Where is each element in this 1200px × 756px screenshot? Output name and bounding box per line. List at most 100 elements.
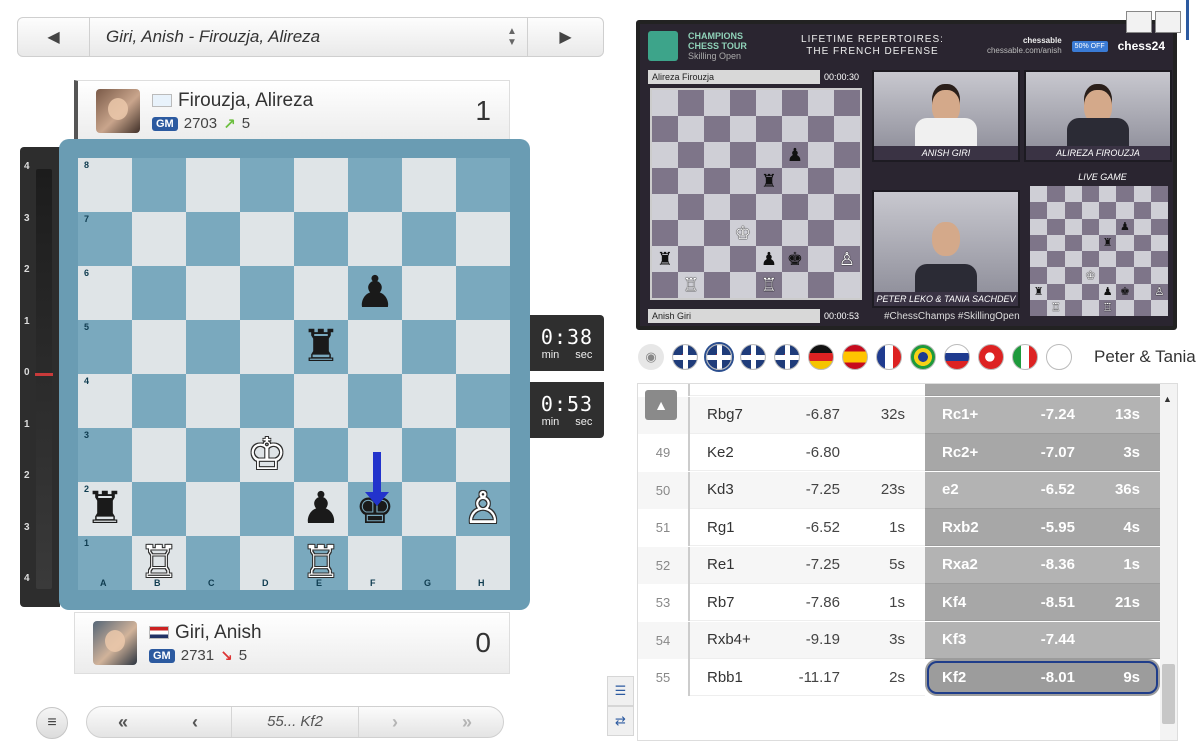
- black-move[interactable]: Rxb2 -5.95 4s: [925, 509, 1160, 546]
- black-piece-icon[interactable]: ♜: [85, 482, 124, 536]
- menu-button[interactable]: ≡: [36, 707, 68, 739]
- live-video[interactable]: CHAMPIONS CHESS TOUR Skilling Open LIFETI…: [636, 20, 1177, 330]
- scroll-to-top-button[interactable]: ▲: [645, 390, 677, 420]
- square-b4[interactable]: [132, 374, 186, 428]
- language-flag-uk[interactable]: [672, 344, 698, 370]
- first-move-button[interactable]: «: [87, 712, 159, 733]
- moves-list-tab[interactable]: ☰: [607, 676, 634, 706]
- square-g1[interactable]: G: [402, 536, 456, 590]
- square-a7[interactable]: 7: [78, 212, 132, 266]
- square-f1[interactable]: F: [348, 536, 402, 590]
- game-selector[interactable]: ◀ Giri, Anish - Firouzja, Alireza ▲ ▼ ▶: [17, 17, 604, 57]
- square-h3[interactable]: [456, 428, 510, 482]
- next-game-button[interactable]: ▶: [527, 18, 603, 56]
- square-a4[interactable]: 4: [78, 374, 132, 428]
- language-flag-it[interactable]: [1012, 344, 1038, 370]
- black-piece-icon[interactable]: ♟: [301, 482, 340, 536]
- square-a6[interactable]: 6: [78, 266, 132, 320]
- black-move[interactable]: Rxa2 -8.36 1s: [925, 546, 1160, 584]
- square-g6[interactable]: [402, 266, 456, 320]
- language-flag-uk[interactable]: [774, 344, 800, 370]
- square-b3[interactable]: [132, 428, 186, 482]
- square-d1[interactable]: D: [240, 536, 294, 590]
- square-a1[interactable]: 1A: [78, 536, 132, 590]
- square-e4[interactable]: [294, 374, 348, 428]
- square-d8[interactable]: [240, 158, 294, 212]
- square-d7[interactable]: [240, 212, 294, 266]
- white-move[interactable]: Rb7 -7.86 1s: [690, 584, 925, 621]
- square-e7[interactable]: [294, 212, 348, 266]
- resize-video-button[interactable]: [1155, 11, 1181, 33]
- square-c2[interactable]: [186, 482, 240, 536]
- white-move[interactable]: Kd3 -7.25 23s: [690, 471, 925, 509]
- square-g2[interactable]: [402, 482, 456, 536]
- square-g4[interactable]: [402, 374, 456, 428]
- scroll-thumb[interactable]: [1162, 664, 1175, 724]
- chat-tab[interactable]: ⇄: [607, 706, 634, 736]
- square-h1[interactable]: H: [456, 536, 510, 590]
- square-d3[interactable]: ♔: [240, 428, 294, 482]
- square-h8[interactable]: [456, 158, 510, 212]
- language-flag-ru[interactable]: [944, 344, 970, 370]
- square-e6[interactable]: [294, 266, 348, 320]
- square-h7[interactable]: [456, 212, 510, 266]
- black-move[interactable]: Kf4 -8.51 21s: [925, 584, 1160, 621]
- square-f7[interactable]: [348, 212, 402, 266]
- popout-video-button[interactable]: [1126, 11, 1152, 33]
- square-b5[interactable]: [132, 320, 186, 374]
- square-c1[interactable]: C: [186, 536, 240, 590]
- black-move[interactable]: Kf3 -7.44: [925, 621, 1160, 659]
- language-flag-uk[interactable]: [740, 344, 766, 370]
- square-a5[interactable]: 5: [78, 320, 132, 374]
- square-b8[interactable]: [132, 158, 186, 212]
- black-move[interactable]: e2 -6.52 36s: [925, 471, 1160, 509]
- square-c6[interactable]: [186, 266, 240, 320]
- square-f6[interactable]: ♟: [348, 266, 402, 320]
- square-h6[interactable]: [456, 266, 510, 320]
- black-move[interactable]: Kf2 -8.01 9s: [925, 659, 1160, 696]
- language-flag-br[interactable]: [910, 344, 936, 370]
- language-flag-none[interactable]: [1046, 344, 1072, 370]
- scroll-up-icon[interactable]: ▲: [1163, 394, 1172, 404]
- chess-board[interactable]: 8 7 6 ♟ 5 ♜ 4 3 ♔ 2 ♜ ♟ ♚ ♙ 1 A B ♖ C D E ♖ F G H: [78, 158, 510, 590]
- square-g5[interactable]: [402, 320, 456, 374]
- square-d6[interactable]: [240, 266, 294, 320]
- white-move[interactable]: Rbb1 -11.17 2s: [690, 659, 925, 696]
- square-f5[interactable]: [348, 320, 402, 374]
- black-piece-icon[interactable]: ♜: [301, 320, 340, 374]
- square-b2[interactable]: [132, 482, 186, 536]
- black-move[interactable]: Rc2+ -7.07 3s: [925, 434, 1160, 471]
- square-h5[interactable]: [456, 320, 510, 374]
- camera-icon[interactable]: ◉: [638, 344, 664, 370]
- square-d2[interactable]: [240, 482, 294, 536]
- moves-scrollbar[interactable]: ▲: [1160, 384, 1177, 740]
- square-b7[interactable]: [132, 212, 186, 266]
- previous-move-button[interactable]: ‹: [159, 712, 231, 733]
- square-a8[interactable]: 8: [78, 158, 132, 212]
- white-move[interactable]: Rg1 -6.52 1s: [690, 509, 925, 546]
- square-c4[interactable]: [186, 374, 240, 428]
- square-a2[interactable]: 2 ♜: [78, 482, 132, 536]
- white-move[interactable]: Re1 -7.25 5s: [690, 546, 925, 584]
- language-flag-de[interactable]: [808, 344, 834, 370]
- black-piece-icon[interactable]: ♟: [355, 266, 394, 320]
- previous-game-button[interactable]: ◀: [18, 18, 90, 56]
- white-piece-icon[interactable]: ♙: [463, 482, 502, 536]
- square-f8[interactable]: [348, 158, 402, 212]
- square-g8[interactable]: [402, 158, 456, 212]
- square-a3[interactable]: 3: [78, 428, 132, 482]
- square-e5[interactable]: ♜: [294, 320, 348, 374]
- square-g3[interactable]: [402, 428, 456, 482]
- square-f4[interactable]: [348, 374, 402, 428]
- square-c8[interactable]: [186, 158, 240, 212]
- white-move[interactable]: Rxb4+ -9.19 3s: [690, 621, 925, 659]
- black-move[interactable]: Rc4-6.382s: [925, 384, 1160, 396]
- white-move[interactable]: Ke2 -6.80: [690, 434, 925, 471]
- square-d5[interactable]: [240, 320, 294, 374]
- white-move[interactable]: Re1-6.6347s: [690, 384, 925, 396]
- language-flag-es[interactable]: [842, 344, 868, 370]
- language-flag-tr[interactable]: [978, 344, 1004, 370]
- square-g7[interactable]: [402, 212, 456, 266]
- square-b1[interactable]: B ♖: [132, 536, 186, 590]
- square-e8[interactable]: [294, 158, 348, 212]
